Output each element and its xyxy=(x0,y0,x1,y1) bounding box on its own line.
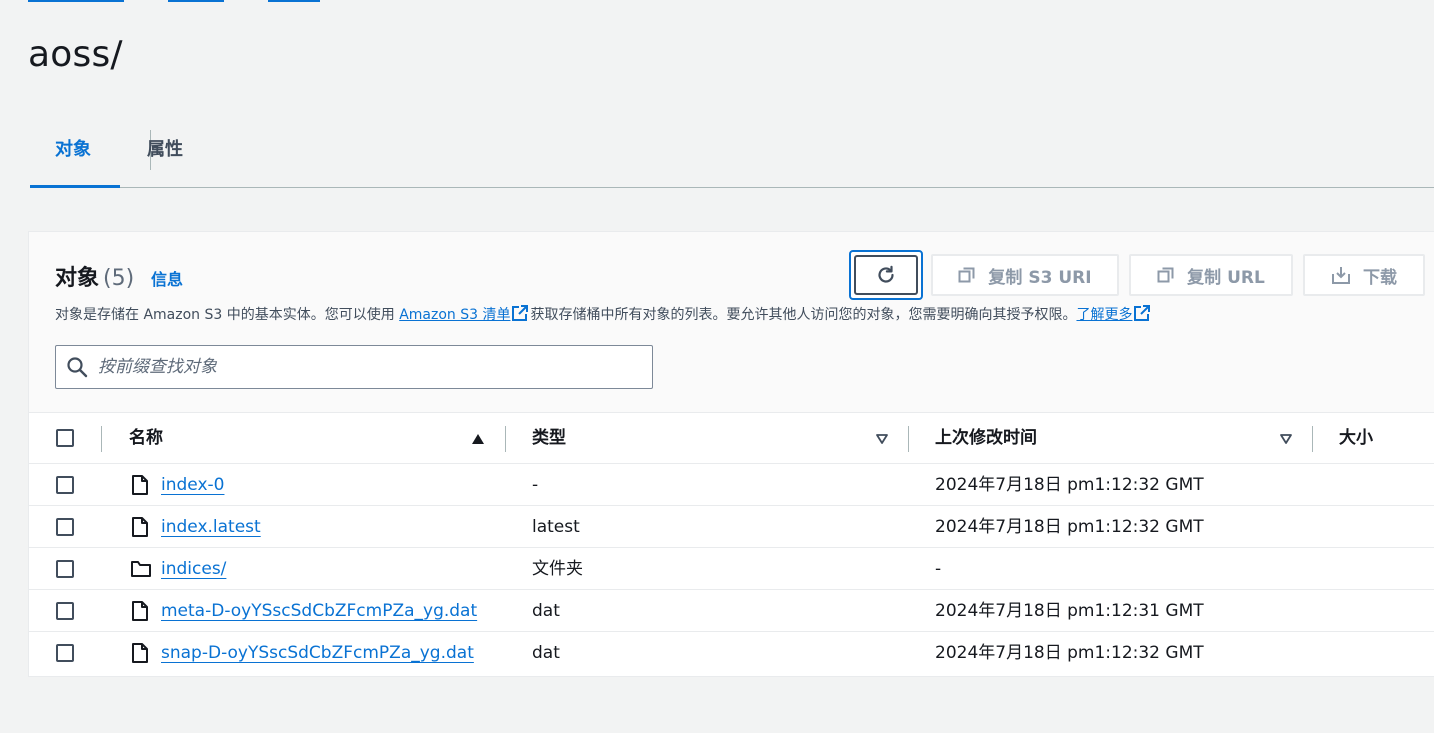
objects-count: (5) xyxy=(103,266,135,291)
column-divider xyxy=(1312,426,1313,452)
column-divider xyxy=(908,426,909,452)
breadcrumb-link-underline[interactable] xyxy=(168,0,224,2)
object-type-cell: - xyxy=(532,475,539,495)
search-input[interactable] xyxy=(98,357,638,377)
object-modified-cell: - xyxy=(935,559,942,579)
description-text: 对象是存储在 Amazon S3 中的基本实体。您可以使用 xyxy=(55,307,400,323)
refresh-button[interactable] xyxy=(849,250,923,300)
search-icon xyxy=(67,357,88,378)
object-name-cell: meta-D-oyYSscSdCbZFcmPZa_yg.dat xyxy=(161,590,477,632)
external-link-icon xyxy=(1134,305,1151,321)
objects-description: 对象是存储在 Amazon S3 中的基本实体。您可以使用 Amazon S3 … xyxy=(55,304,1355,324)
object-modified-cell: 2024年7月18日 pm1:12:32 GMT xyxy=(935,475,1204,495)
file-icon xyxy=(132,475,148,495)
description-text-2: 获取存储桶中所有对象的列表。要允许其他人访问您的对象，您需要明确向其授予权限。 xyxy=(530,307,1077,323)
table-row[interactable]: meta-D-oyYSscSdCbZFcmPZa_yg.dat dat 2024… xyxy=(29,590,1434,632)
column-divider xyxy=(505,426,506,452)
object-link[interactable]: snap-D-oyYSscSdCbZFcmPZa_yg.dat xyxy=(161,643,474,663)
object-modified-cell: 2024年7月18日 pm1:12:32 GMT xyxy=(935,643,1204,663)
select-all-checkbox[interactable] xyxy=(56,429,74,447)
folder-link[interactable]: indices/ xyxy=(161,559,226,579)
copy-url-label: 复制 URL xyxy=(1187,267,1265,288)
tab-properties[interactable]: 属性 xyxy=(122,128,208,188)
table-row[interactable]: indices/ 文件夹 - xyxy=(29,548,1434,590)
file-icon xyxy=(132,643,148,663)
column-divider xyxy=(101,426,102,452)
learn-more-link[interactable]: 了解更多 xyxy=(1076,307,1132,323)
object-type-cell: latest xyxy=(532,517,580,537)
column-header-size[interactable]: 大小 xyxy=(1339,413,1373,465)
download-icon xyxy=(1332,267,1350,284)
row-checkbox[interactable] xyxy=(56,644,74,662)
column-header-last-modified[interactable]: 上次修改时间 xyxy=(935,413,1037,465)
table-row[interactable]: index.latest latest 2024年7月18日 pm1:12:32… xyxy=(29,506,1434,548)
download-button[interactable]: 下载 xyxy=(1303,254,1425,296)
objects-heading: 对象 (5) xyxy=(55,260,134,292)
row-checkbox[interactable] xyxy=(56,560,74,578)
object-type-cell: dat xyxy=(532,601,560,621)
copy-s3-uri-label: 复制 S3 URI xyxy=(988,267,1092,288)
folder-icon xyxy=(131,561,151,577)
object-type-cell: 文件夹 xyxy=(532,559,583,579)
search-box xyxy=(55,345,653,389)
inventory-link[interactable]: Amazon S3 清单 xyxy=(399,307,510,323)
copy-s3-uri-button[interactable]: 复制 S3 URI xyxy=(931,254,1119,296)
tab-objects[interactable]: 对象 xyxy=(30,128,120,188)
object-name-cell: indices/ xyxy=(161,548,226,590)
sort-ascending-icon[interactable] xyxy=(471,432,485,446)
objects-title: 对象 xyxy=(55,266,100,291)
download-label: 下载 xyxy=(1363,267,1397,288)
object-link[interactable]: index.latest xyxy=(161,517,261,537)
object-name-cell: index.latest xyxy=(161,506,261,548)
info-link[interactable]: 信息 xyxy=(151,266,183,290)
column-header-type[interactable]: 类型 xyxy=(532,413,566,465)
breadcrumb xyxy=(28,0,428,4)
file-icon xyxy=(132,601,148,621)
column-header-name[interactable]: 名称 xyxy=(129,413,163,465)
refresh-icon xyxy=(878,265,894,283)
external-link-icon xyxy=(512,305,529,321)
row-checkbox[interactable] xyxy=(56,602,74,620)
breadcrumb-link-underline[interactable] xyxy=(268,0,320,2)
row-checkbox[interactable] xyxy=(56,476,74,494)
object-name-cell: snap-D-oyYSscSdCbZFcmPZa_yg.dat xyxy=(161,632,474,674)
object-link[interactable]: index-0 xyxy=(161,475,224,495)
sort-icon[interactable] xyxy=(875,432,889,446)
object-link[interactable]: meta-D-oyYSscSdCbZFcmPZa_yg.dat xyxy=(161,601,477,621)
row-checkbox[interactable] xyxy=(56,518,74,536)
page-title: aoss/ xyxy=(28,34,123,75)
object-modified-cell: 2024年7月18日 pm1:12:32 GMT xyxy=(935,517,1204,537)
table-row[interactable]: index-0 - 2024年7月18日 pm1:12:32 GMT xyxy=(29,464,1434,506)
object-modified-cell: 2024年7月18日 pm1:12:31 GMT xyxy=(935,601,1204,621)
object-type-cell: dat xyxy=(532,643,560,663)
copy-icon xyxy=(1157,267,1174,283)
copy-icon xyxy=(958,267,975,283)
tab-bar: 对象 属性 xyxy=(30,128,1434,188)
sort-icon[interactable] xyxy=(1279,432,1293,446)
table-header: 名称 类型 上次修改时间 大小 xyxy=(29,412,1434,464)
objects-container: 对象 (5) 信息 复制 S3 URI 复制 URL 下载 对象是存储在 Ama… xyxy=(28,231,1434,677)
file-icon xyxy=(132,517,148,537)
copy-url-button[interactable]: 复制 URL xyxy=(1129,254,1293,296)
table-row[interactable]: snap-D-oyYSscSdCbZFcmPZa_yg.dat dat 2024… xyxy=(29,632,1434,674)
object-name-cell: index-0 xyxy=(161,464,224,506)
objects-header: 对象 (5) 信息 复制 S3 URI 复制 URL 下载 对象是存储在 Ama… xyxy=(29,232,1434,412)
breadcrumb-link-underline[interactable] xyxy=(28,0,124,2)
